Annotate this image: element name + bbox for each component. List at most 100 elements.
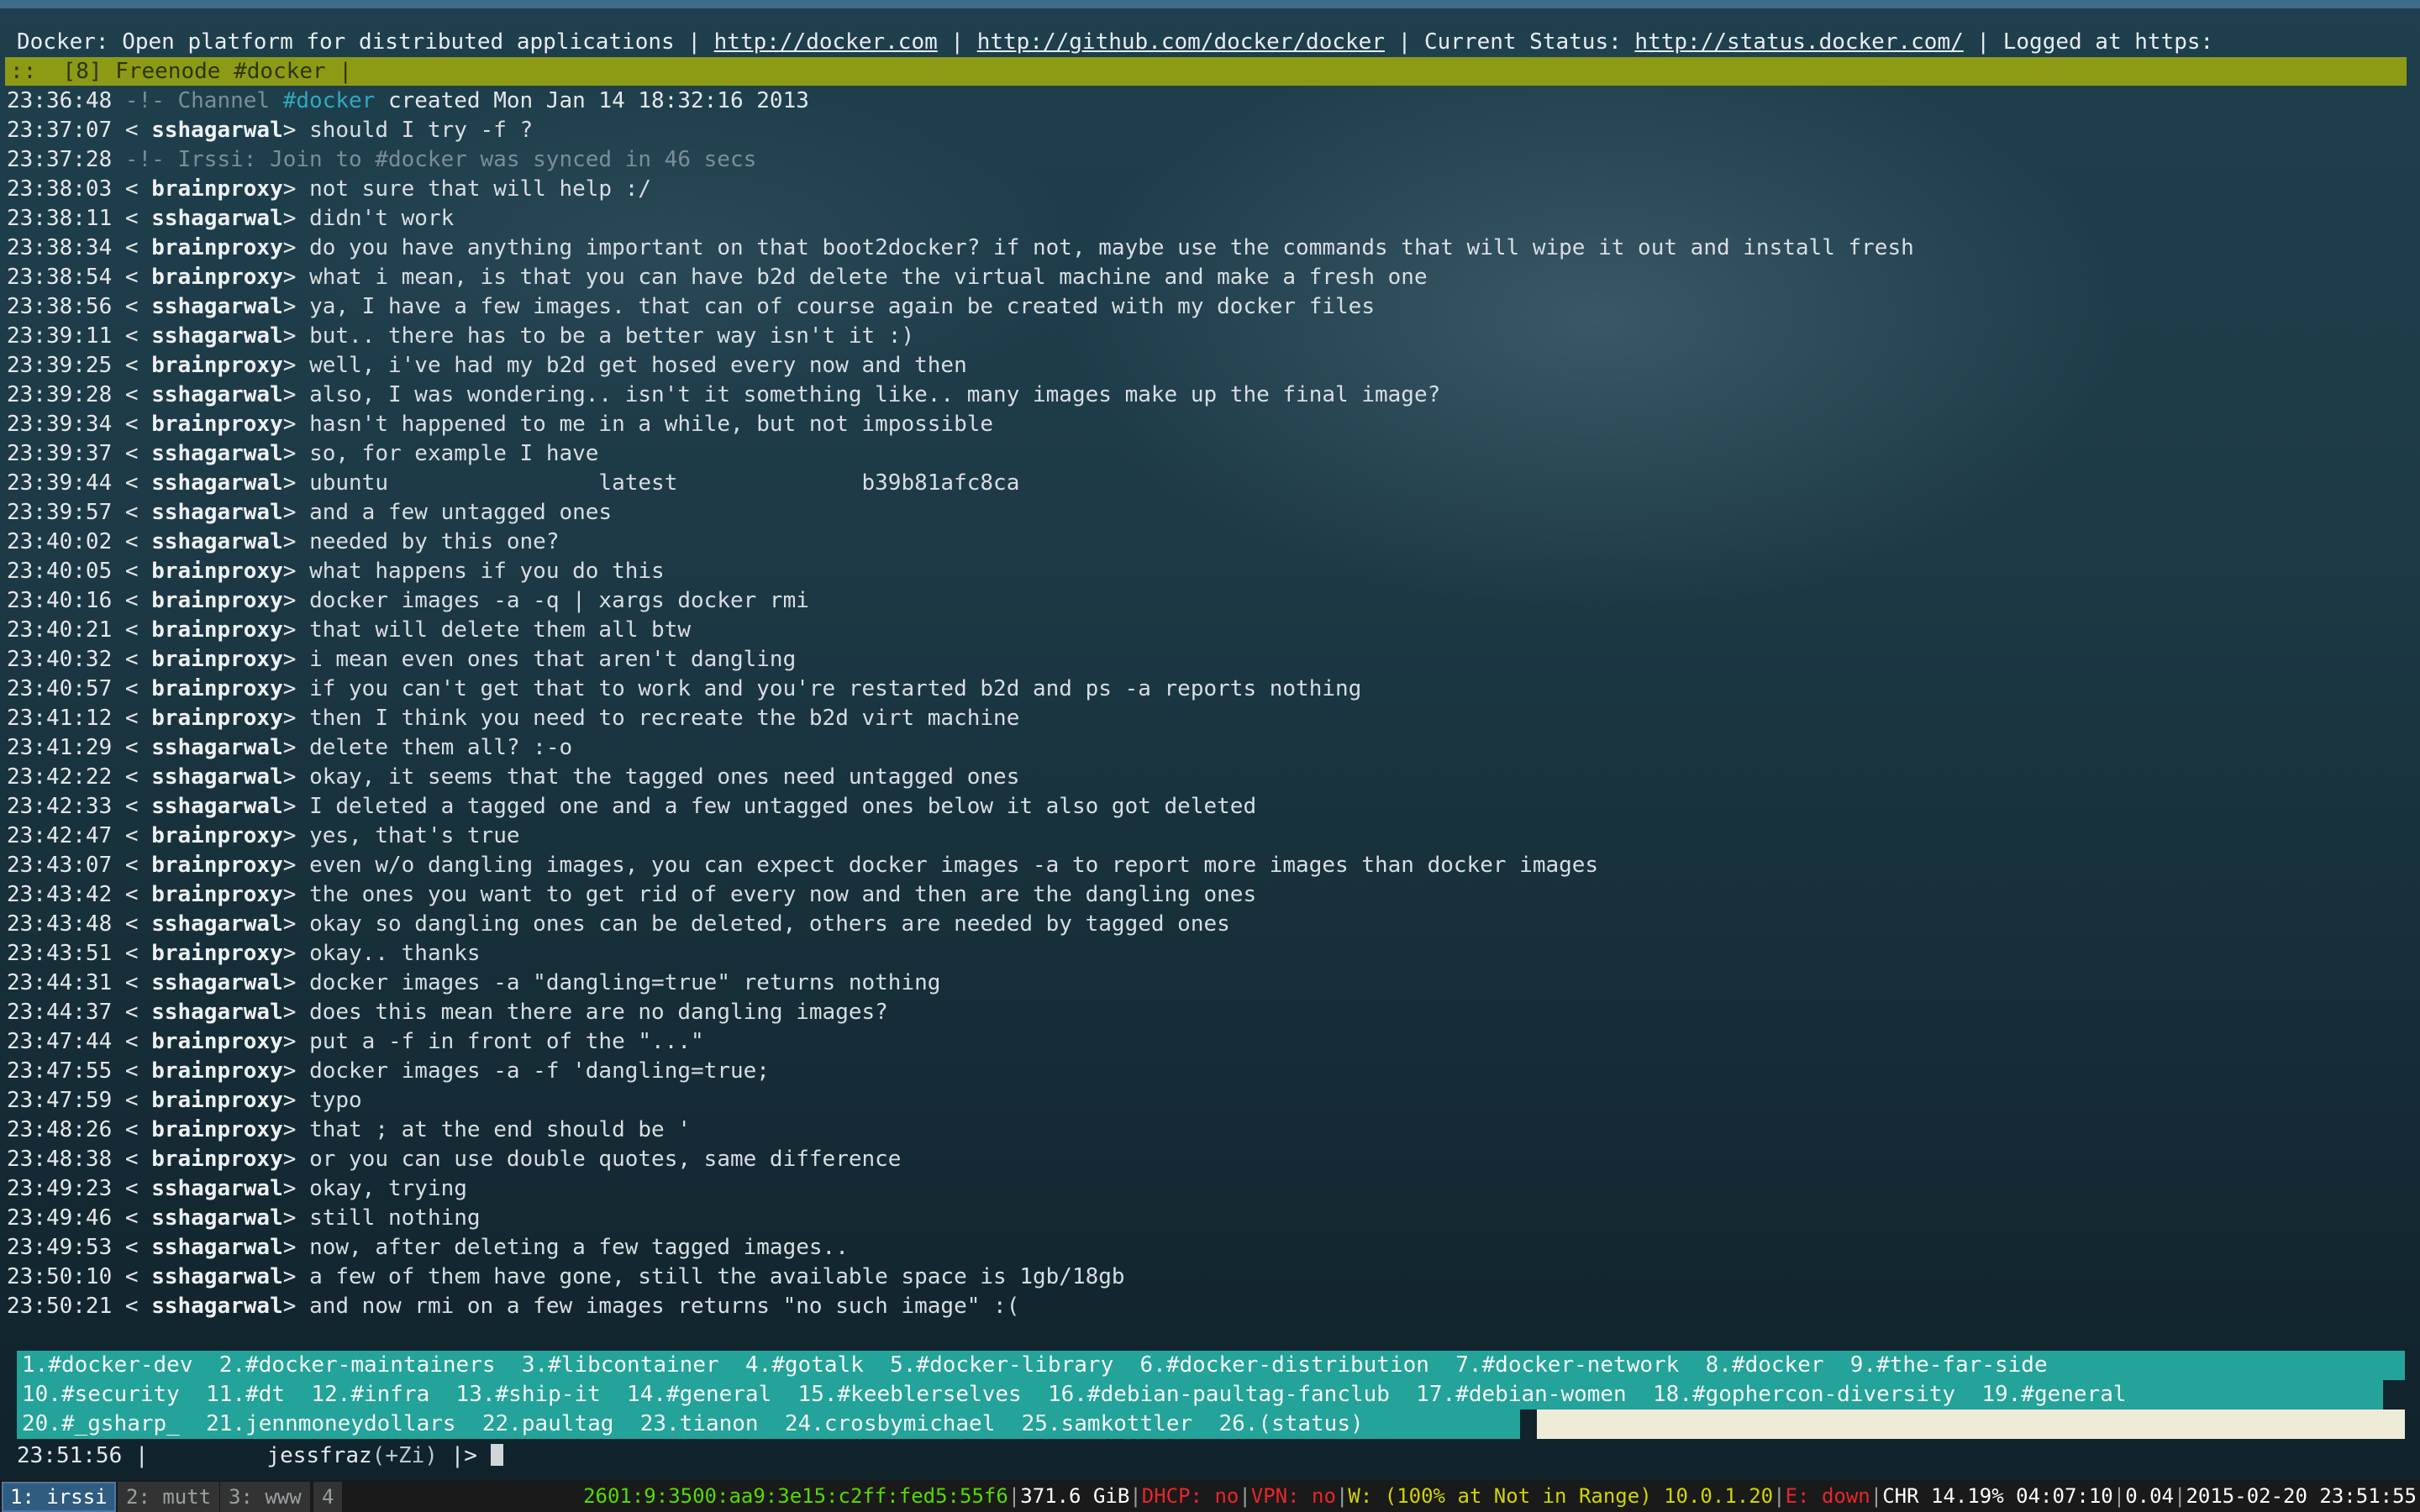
message-line: 23:49:23 < sshagarwal> okay, trying: [7, 1176, 467, 1201]
message-text: docker images -a -q | xargs docker rmi: [309, 588, 809, 613]
message-timestamp: 23:48:26: [7, 1117, 113, 1142]
message-text: so, for example I have: [309, 441, 599, 466]
message-nick: brainproxy: [151, 235, 283, 260]
message-timestamp: 23:40:02: [7, 529, 113, 554]
message-timestamp: 23:50:10: [7, 1264, 113, 1289]
message-nick: sshagarwal: [151, 500, 283, 525]
message-timestamp: 23:47:59: [7, 1088, 113, 1113]
message-text: ya, I have a few images. that can of cou…: [309, 294, 1375, 319]
message-nick: sshagarwal: [151, 382, 283, 407]
message-nick: brainproxy: [151, 706, 283, 731]
topic-link-docker[interactable]: http://docker.com: [714, 29, 938, 55]
message-nick: sshagarwal: [151, 735, 283, 760]
message-timestamp: 23:39:25: [7, 353, 113, 378]
message-nick: brainproxy: [151, 647, 283, 672]
message-line: 23:41:12 < brainproxy> then I think you …: [7, 706, 1020, 731]
message-text: okay.. thanks: [309, 941, 481, 966]
activity-row-3[interactable]: 20.#_gsharp_ 21.jennmoneydollars 22.paul…: [17, 1410, 1520, 1439]
message-text: a few of them have gone, still the avail…: [309, 1264, 1125, 1289]
message-line: 23:40:05 < brainproxy> what happens if y…: [7, 559, 665, 584]
message-line: 23:47:44 < brainproxy> put a -f in front…: [7, 1029, 704, 1054]
message-nick: sshagarwal: [151, 529, 283, 554]
message-timestamp: 23:37:28: [7, 147, 113, 172]
message-line: 23:38:56 < sshagarwal> ya, I have a few …: [7, 294, 1375, 319]
message-nick: brainproxy: [151, 1147, 283, 1172]
message-nick: brainproxy: [151, 588, 283, 613]
window-bar: :: [8] Freenode #docker |: [5, 57, 2407, 86]
message-line: 23:37:07 < sshagarwal> should I try -f ?: [7, 118, 534, 143]
message-nick: brainproxy: [151, 353, 283, 378]
message-line: 23:49:46 < sshagarwal> still nothing: [7, 1205, 481, 1231]
message-text: does this mean there are no dangling ima…: [309, 1000, 888, 1025]
workspace-button[interactable]: 4: [313, 1482, 343, 1512]
status-ipv6: 2601:9:3500:aa9:3e15:c2ff:fed5:55f6: [583, 1484, 1008, 1508]
system-event-text: -!- Irssi: Join to #docker was synced in…: [112, 147, 757, 172]
message-timestamp: 23:50:21: [7, 1294, 113, 1319]
message-timestamp: 23:38:11: [7, 206, 113, 231]
message-nick: sshagarwal: [151, 1000, 283, 1025]
message-line: 23:41:29 < sshagarwal> delete them all? …: [7, 735, 573, 760]
message-line: 23:39:28 < sshagarwal> also, I was wonde…: [7, 382, 1441, 407]
topic-link-github[interactable]: http://github.com/docker/docker: [977, 29, 1385, 55]
topic-logged: Logged at https:: [2002, 29, 2214, 55]
message-line: 23:38:34 < brainproxy> do you have anyth…: [7, 235, 1914, 260]
input-prompt[interactable]: 23:51:56 | jessfraz(+Zi) |>: [17, 1441, 2420, 1471]
message-nick: brainproxy: [151, 1029, 283, 1054]
message-nick: sshagarwal: [151, 470, 283, 496]
message-line: 23:47:55 < brainproxy> docker images -a …: [7, 1058, 770, 1084]
message-nick: brainproxy: [151, 412, 283, 437]
message-nick: sshagarwal: [151, 911, 283, 937]
message-nick: brainproxy: [151, 853, 283, 878]
activity-row-1[interactable]: 1.#docker-dev 2.#docker-maintainers 3.#l…: [17, 1351, 2405, 1380]
message-timestamp: 23:43:07: [7, 853, 113, 878]
message-nick: sshagarwal: [151, 970, 283, 995]
workspace-button[interactable]: 1: irssi: [2, 1482, 116, 1512]
message-text: I deleted a tagged one and a few untagge…: [309, 794, 1257, 819]
message-timestamp: 23:48:38: [7, 1147, 113, 1172]
message-text: that ; at the end should be ': [309, 1117, 692, 1142]
message-timestamp: 23:41:12: [7, 706, 113, 731]
message-text: didn't work: [309, 206, 455, 231]
message-timestamp: 23:40:16: [7, 588, 113, 613]
message-text: put a -f in front of the "...": [309, 1029, 704, 1054]
message-line: 23:43:51 < brainproxy> okay.. thanks: [7, 941, 481, 966]
message-line: 23:44:37 < sshagarwal> does this mean th…: [7, 1000, 888, 1025]
message-timestamp: 23:38:56: [7, 294, 113, 319]
message-line: 23:36:48 -!- Channel #docker created Mon…: [7, 87, 2407, 116]
message-text: but.. there has to be a better way isn't…: [309, 323, 915, 349]
message-text: not sure that will help :/: [309, 176, 652, 202]
message-text: well, i've had my b2d get hosed every no…: [309, 353, 967, 378]
message-nick: brainproxy: [151, 559, 283, 584]
message-timestamp: 23:49:23: [7, 1176, 113, 1201]
channel-name: #docker: [282, 88, 376, 113]
status-wifi: W: (100% at Not in Range) 10.0.1.20: [1348, 1484, 1774, 1508]
status-line: 2601:9:3500:aa9:3e15:c2ff:fed5:55f6|371.…: [583, 1484, 2417, 1508]
activity-row-2[interactable]: 10.#security 11.#dt 12.#infra 13.#ship-i…: [17, 1380, 2383, 1410]
message-timestamp: 23:43:51: [7, 941, 113, 966]
message-nick: sshagarwal: [151, 1205, 283, 1231]
message-timestamp: 23:39:37: [7, 441, 113, 466]
message-text: ubuntu latest b39b81afc8ca: [309, 470, 1020, 496]
status-datetime: 2015-02-20 23:51:55: [2186, 1484, 2417, 1508]
workspace-button[interactable]: 3: www: [220, 1482, 310, 1512]
workspace-button[interactable]: 2: mutt: [118, 1482, 220, 1512]
topic-link-status[interactable]: http://status.docker.com/: [1634, 29, 1963, 55]
message-nick: sshagarwal: [151, 118, 283, 143]
message-text: docker images -a "dangling=true" returns…: [309, 970, 941, 995]
message-line: 23:39:25 < brainproxy> well, i've had my…: [7, 353, 967, 378]
text-cursor[interactable]: [490, 1444, 503, 1466]
message-timestamp: 23:36:48: [7, 88, 113, 113]
prompt-mode: (+Zi): [371, 1443, 438, 1468]
message-text: even w/o dangling images, you can expect…: [309, 853, 1599, 878]
message-text: the ones you want to get rid of every no…: [309, 882, 1257, 907]
activity-row-3-filler: [1537, 1410, 2405, 1439]
message-nick: brainproxy: [151, 1058, 283, 1084]
system-event-text: created Mon Jan 14 18:32:16 2013: [375, 88, 809, 113]
message-line: 23:48:26 < brainproxy> that ; at the end…: [7, 1117, 692, 1142]
message-nick: sshagarwal: [151, 1294, 283, 1319]
status-dhcp: DHCP: no: [1141, 1484, 1239, 1508]
i3-status-bar: 1: irssi 2: mutt 3: www 4 2601:9:3500:aa9:3…: [0, 1480, 2420, 1512]
message-line: 23:49:53 < sshagarwal> now, after deleti…: [7, 1235, 849, 1260]
message-line: 23:42:33 < sshagarwal> I deleted a tagge…: [7, 794, 1257, 819]
message-nick: sshagarwal: [151, 1235, 283, 1260]
